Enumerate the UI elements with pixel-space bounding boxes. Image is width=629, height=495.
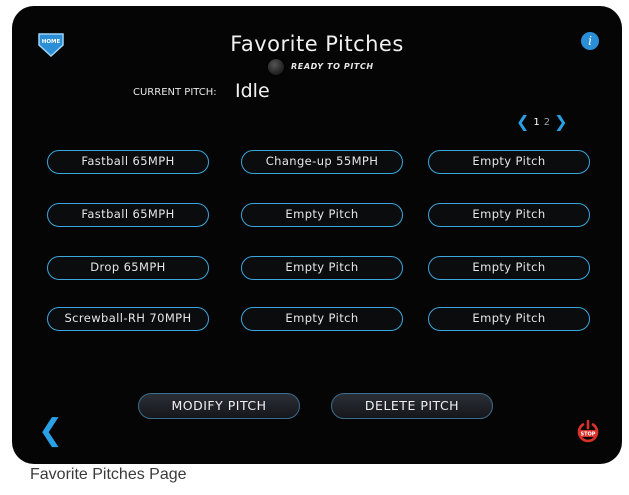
pitch-button[interactable]: Empty Pitch <box>428 203 590 227</box>
stop-label: STOP <box>581 432 596 438</box>
current-pitch-value: Idle <box>235 80 270 102</box>
pitch-button[interactable]: Empty Pitch <box>241 203 403 227</box>
page-1[interactable]: 1 <box>533 117 539 128</box>
pitch-button[interactable]: Empty Pitch <box>241 307 403 331</box>
pitch-button[interactable]: Fastball 65MPH <box>47 203 209 227</box>
page-next-icon[interactable]: ❯ <box>554 114 567 130</box>
page-2[interactable]: 2 <box>544 117 550 128</box>
pitch-button[interactable]: Empty Pitch <box>428 150 590 174</box>
pitch-button[interactable]: Change-up 55MPH <box>241 150 403 174</box>
delete-pitch-button[interactable]: DELETE PITCH <box>331 393 493 419</box>
info-icon[interactable]: i <box>581 32 599 50</box>
pitch-button[interactable]: Empty Pitch <box>241 256 403 280</box>
status-indicator <box>268 59 284 75</box>
current-pitch-label: CURRENT PITCH: <box>133 87 217 98</box>
status-text: READY TO PITCH <box>291 62 374 71</box>
figure-caption: Favorite Pitches Page <box>30 466 187 483</box>
page-title: Favorite Pitches <box>230 32 404 56</box>
pitch-button[interactable]: Screwball-RH 70MPH <box>47 307 209 331</box>
back-chevron-icon[interactable]: ❮ <box>38 416 63 446</box>
pitch-button[interactable]: Drop 65MPH <box>47 256 209 280</box>
stop-power-icon[interactable]: STOP <box>576 419 600 443</box>
pitch-button[interactable]: Fastball 65MPH <box>47 150 209 174</box>
pager: ❮ 1 2 ❯ <box>516 114 568 130</box>
pitch-button[interactable]: Empty Pitch <box>428 307 590 331</box>
page-prev-icon[interactable]: ❮ <box>516 114 529 130</box>
pitch-button[interactable]: Empty Pitch <box>428 256 590 280</box>
device-screen: HOME Favorite Pitches READY TO PITCH i C… <box>12 6 622 464</box>
modify-pitch-button[interactable]: MODIFY PITCH <box>138 393 300 419</box>
